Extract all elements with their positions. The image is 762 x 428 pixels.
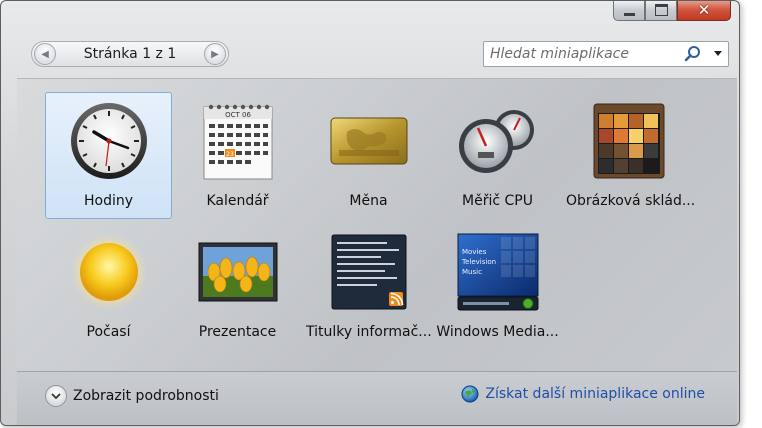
footer-bar: Zobrazit podrobnosti Získat další miniap… bbox=[17, 371, 737, 425]
globe-icon bbox=[461, 385, 479, 403]
window-controls: ✕ bbox=[613, 0, 731, 21]
slideshow-icon bbox=[196, 230, 280, 314]
media-menu-item: Television bbox=[461, 258, 496, 266]
calendar-icon: OCT 06 23 bbox=[196, 99, 280, 183]
search-box[interactable] bbox=[483, 41, 729, 67]
gadget-grid: Hodiny OCT 06 23 Kalendář Měna Měřič CPU… bbox=[17, 78, 737, 371]
gadget-tile-weather[interactable]: Počasí bbox=[45, 223, 172, 350]
gadget-tile-slideshow[interactable]: Prezentace bbox=[174, 223, 301, 350]
maximize-icon bbox=[654, 4, 668, 16]
search-dropdown-icon[interactable] bbox=[714, 51, 722, 56]
show-details-label[interactable]: Zobrazit podrobnosti bbox=[73, 388, 219, 404]
gadget-label: Prezentace bbox=[198, 324, 277, 340]
feed-headlines-icon bbox=[327, 230, 411, 314]
media-center-icon: Movies Television Music bbox=[456, 230, 540, 314]
next-page-button[interactable]: ▶ bbox=[204, 43, 226, 65]
gadget-tile-clock[interactable]: Hodiny bbox=[45, 92, 172, 219]
gadget-tile-picture-puzzle[interactable]: Obrázková sklád... bbox=[565, 92, 696, 219]
chevron-down-icon[interactable] bbox=[45, 385, 67, 407]
close-button[interactable]: ✕ bbox=[677, 0, 731, 21]
gadget-label: Obrázková sklád... bbox=[566, 193, 696, 209]
cpu-meter-icon bbox=[456, 99, 540, 183]
gadget-label: Měřič CPU bbox=[462, 193, 533, 209]
search-icon[interactable] bbox=[684, 45, 702, 63]
weather-sun-icon bbox=[67, 230, 151, 314]
get-more-gadgets-link[interactable]: Získat další miniaplikace online bbox=[461, 385, 705, 403]
gadget-tile-cpu-meter[interactable]: Měřič CPU bbox=[434, 92, 561, 219]
minimize-button[interactable] bbox=[613, 1, 645, 21]
media-menu-item: Movies bbox=[462, 248, 487, 256]
search-input[interactable] bbox=[488, 44, 682, 64]
page-navigator: ◀ Stránka 1 z 1 ▶ bbox=[31, 41, 229, 67]
picture-puzzle-icon bbox=[587, 99, 671, 183]
calendar-month-text: OCT 06 bbox=[225, 111, 251, 119]
get-more-gadgets-label[interactable]: Získat další miniaplikace online bbox=[485, 386, 705, 402]
gadget-tile-currency[interactable]: Měna bbox=[305, 92, 432, 219]
gadget-tile-media-center[interactable]: Movies Television Music Windows Media... bbox=[434, 223, 561, 350]
gadget-tile-feed-headlines[interactable]: Titulky informač... bbox=[305, 223, 432, 350]
gadget-label: Windows Media... bbox=[436, 324, 559, 340]
currency-card-icon bbox=[327, 99, 411, 183]
gadget-label: Kalendář bbox=[206, 193, 269, 209]
media-menu-item: Music bbox=[462, 268, 482, 276]
gadget-tile-calendar[interactable]: OCT 06 23 Kalendář bbox=[174, 92, 301, 219]
maximize-button[interactable] bbox=[645, 1, 677, 21]
minimize-icon bbox=[623, 12, 635, 16]
gadget-label: Hodiny bbox=[83, 193, 134, 209]
gadget-gallery-window: ✕ ◀ Stránka 1 z 1 ▶ Hledat miniaplikace … bbox=[0, 0, 740, 426]
gadget-label: Měna bbox=[349, 193, 388, 209]
page-indicator: Stránka 1 z 1 bbox=[83, 46, 177, 62]
header-bar: ◀ Stránka 1 z 1 ▶ bbox=[17, 31, 730, 75]
show-details-toggle[interactable]: Zobrazit podrobnosti bbox=[45, 385, 219, 407]
clock-icon bbox=[67, 99, 151, 183]
gadget-label: Počasí bbox=[86, 324, 131, 340]
gadget-label: Titulky informač... bbox=[306, 324, 432, 340]
calendar-today-text: 23 bbox=[226, 151, 234, 158]
close-icon: ✕ bbox=[697, 0, 711, 19]
chevron-right-icon: ▶ bbox=[211, 48, 219, 60]
